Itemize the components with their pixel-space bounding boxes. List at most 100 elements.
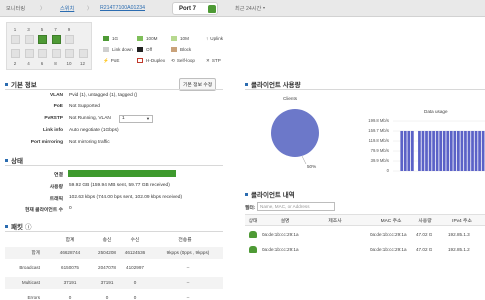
vlan-select[interactable]: 1 ▼ xyxy=(119,115,153,123)
usage-bar xyxy=(471,130,474,171)
usage-bar xyxy=(460,130,464,171)
usage-bar xyxy=(400,130,404,171)
packets-row-rate: – xyxy=(186,265,190,270)
divider xyxy=(5,89,223,90)
client-mac: 0a:de:1b:cc:29:1a xyxy=(370,232,407,237)
packets-header-total: 합계 xyxy=(65,238,75,243)
clients-header-ipv4[interactable]: IPv4 주소 xyxy=(447,217,477,224)
usage-bar xyxy=(410,130,414,171)
client-search-input[interactable]: Name, MAC, or Address xyxy=(257,202,335,211)
y-tick-label: 79.9 Mb/s xyxy=(370,148,389,153)
poe-value: Not Supported xyxy=(69,104,100,109)
port-number-8: 8 xyxy=(54,61,57,66)
port-number-5: 5 xyxy=(40,27,44,32)
packets-row-rate: – xyxy=(186,295,190,300)
packets-header-sent: 송신 xyxy=(102,238,112,243)
port-number-12: 12 xyxy=(79,61,85,66)
port-12[interactable] xyxy=(78,49,88,58)
usage-bar xyxy=(467,130,471,171)
usage-bar xyxy=(407,130,411,171)
page-title: Port 7 xyxy=(179,6,197,12)
chevron-down-icon[interactable]: ▾ xyxy=(263,5,265,10)
usage-value: 59.92 GB (159.94 MB sent, 59.77 GB recei… xyxy=(69,183,170,188)
legend-off: Off xyxy=(137,47,152,52)
usage-bar xyxy=(464,130,467,171)
client-desc[interactable]: 0a:de:1b:cc:29:1a xyxy=(262,247,299,252)
y-tick-label: 159.7 Mb/s xyxy=(368,128,389,133)
port-9[interactable] xyxy=(65,35,74,44)
bolt-icon: ⚡ xyxy=(103,58,109,63)
legend-linkdown: Link down xyxy=(103,47,133,52)
client-usage: 47.02 G xyxy=(416,232,433,237)
legend-10m: 10M xyxy=(171,36,189,41)
usage-bar xyxy=(478,130,481,171)
breadcrumb-device-link[interactable]: R214T7100A01234 xyxy=(100,5,145,11)
usage-label: 사용량 xyxy=(49,185,63,190)
port-7[interactable] xyxy=(51,35,61,44)
port-number-2: 2 xyxy=(13,61,17,66)
clients-header-status[interactable]: 상태 xyxy=(245,217,261,224)
usage-bar xyxy=(435,130,439,171)
packets-row-sent: 37191 xyxy=(100,280,114,285)
port-panel: 1 3 5 7 9 2 4 6 8 10 12 xyxy=(6,22,92,70)
usage-bar xyxy=(446,130,450,171)
port-2[interactable] xyxy=(11,49,20,58)
packets-row-recv: 4102997 xyxy=(126,265,144,270)
clients-header-vendor[interactable]: 제조사 xyxy=(320,217,350,224)
client-desc[interactable]: 0a:de:1b:cc:29:1a xyxy=(262,232,299,237)
port-4[interactable] xyxy=(24,49,34,58)
pvrstp-label: PvRSTP xyxy=(44,116,63,121)
packets-row-total: 6150075 xyxy=(61,265,79,270)
breadcrumb-switch-link[interactable]: 스위치 xyxy=(60,5,74,12)
port-1[interactable] xyxy=(11,35,20,44)
bar-chart-title: Data usage xyxy=(424,109,448,114)
client-ipv4: 192.85.1.3 xyxy=(448,232,470,237)
legend-selfloop: ⟲ Self-loop xyxy=(171,58,195,63)
packets-row-sent: 0 xyxy=(105,295,109,300)
port-number-1: 1 xyxy=(13,27,17,32)
poe-label: PoE xyxy=(53,104,63,109)
traffic-value: 102.63 kbps (744.00 bps sent, 102.09 kbp… xyxy=(69,195,183,200)
y-tick-label: 199.8 Mb/s xyxy=(368,118,389,123)
vlan-value: Pvid (1), untagged (1), tagged () xyxy=(69,93,138,98)
usage-bar xyxy=(442,130,446,171)
y-tick-label: 39.9 Mb/s xyxy=(370,158,389,163)
packets-row-total: 0 xyxy=(68,295,72,300)
clients-header-desc[interactable]: 설명 xyxy=(270,217,300,224)
port-icon xyxy=(208,5,216,13)
breadcrumb-sep: 〉 xyxy=(87,6,93,12)
usage-bar xyxy=(432,130,435,171)
info-icon: ⓘ xyxy=(24,224,32,231)
breadcrumb-sep: 〉 xyxy=(40,6,46,12)
legend-uplink: ↑ Uplink xyxy=(206,36,224,41)
port-6[interactable] xyxy=(38,49,47,58)
legend-hduplex: H-Duplex xyxy=(137,58,165,63)
packets-row-rate: 9kpps (0pps , 9kpps) xyxy=(166,250,210,255)
stp-icon: ✕ xyxy=(206,58,210,63)
connection-label: 연결 xyxy=(54,173,63,178)
time-range-select[interactable]: 최근 24시간 xyxy=(235,5,261,12)
port-8[interactable] xyxy=(51,49,61,58)
packets-header-recv: 수신 xyxy=(130,238,140,243)
usage-bar xyxy=(425,130,428,171)
port-pill: Port 7 xyxy=(172,2,218,15)
connection-bar xyxy=(68,170,176,177)
divider xyxy=(5,231,223,232)
clients-header-mac[interactable]: MAC 주소 xyxy=(374,217,408,224)
breadcrumb-root[interactable]: 모니터링 xyxy=(6,5,25,12)
clients-section-title: 클라이언트 내역 xyxy=(245,189,295,199)
packets-row-name: Broadcast xyxy=(19,265,40,270)
clients-header-usage[interactable]: 사용량 xyxy=(414,217,436,224)
y-tick-label: 0 xyxy=(386,168,389,173)
usage-bar xyxy=(481,130,485,171)
packets-row-recv: 46124536 xyxy=(124,250,146,255)
port-5[interactable] xyxy=(38,35,47,44)
packets-header-rate: 전송률 xyxy=(178,238,192,243)
divider xyxy=(245,89,485,90)
port-3[interactable] xyxy=(24,35,34,44)
usage-bar xyxy=(474,130,478,171)
port-10[interactable] xyxy=(65,49,74,58)
linkinfo-value: Auto negotiate (1Gbps) xyxy=(69,128,119,133)
packets-row-name: Errors xyxy=(27,295,40,300)
packets-row-name: 합계 xyxy=(31,250,40,255)
